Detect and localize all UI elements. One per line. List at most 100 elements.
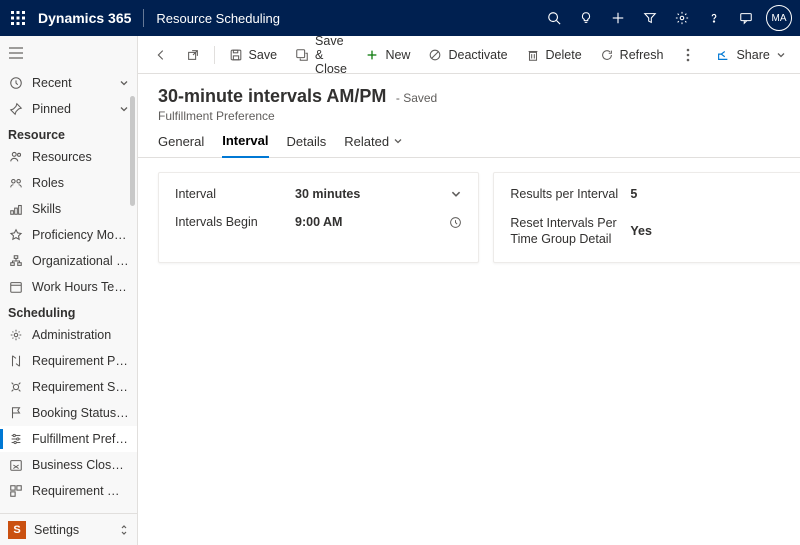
field-reset-intervals[interactable]: Reset Intervals Per Time Group Detail Ye…	[510, 215, 797, 248]
gear-icon[interactable]	[666, 0, 698, 36]
star-icon	[8, 227, 24, 243]
save-button[interactable]: Save	[221, 41, 286, 69]
chevron-down-icon	[776, 50, 786, 60]
org-icon	[8, 253, 24, 269]
field-value: 5	[630, 187, 637, 201]
record-header: 30-minute intervals AM/PM - Saved Fulfil…	[138, 74, 800, 123]
record-save-status: - Saved	[396, 91, 437, 105]
sidebar-label: Recent	[32, 76, 111, 90]
clock-icon[interactable]	[449, 216, 462, 229]
open-new-window-button[interactable]	[178, 41, 208, 69]
sidebar-item-req-status[interactable]: Requirement Stat...	[0, 374, 137, 400]
share-button[interactable]: Share	[707, 41, 794, 69]
sidebar-label: Work Hours Temp...	[32, 280, 129, 294]
sidebar-item-skills[interactable]: Skills	[0, 196, 137, 222]
lightbulb-icon[interactable]	[570, 0, 602, 36]
field-interval[interactable]: Interval 30 minutes	[175, 187, 462, 201]
record-entity-name: Fulfillment Preference	[158, 109, 800, 123]
user-avatar[interactable]: MA	[766, 5, 792, 31]
refresh-icon	[600, 48, 614, 62]
deactivate-button[interactable]: Deactivate	[420, 41, 515, 69]
save-close-button[interactable]: Save & Close	[287, 41, 355, 69]
sidebar-item-booking-statuses[interactable]: Booking Statuses	[0, 400, 137, 426]
area-badge: S	[8, 521, 26, 539]
sidebar-item-req-priority[interactable]: Requirement Prior...	[0, 348, 137, 374]
sidebar-label: Requirement Gro...	[32, 484, 129, 498]
field-label: Interval	[175, 187, 295, 201]
delete-button[interactable]: Delete	[518, 41, 590, 69]
sidebar-item-business-closures[interactable]: Business Closures	[0, 452, 137, 478]
back-button[interactable]	[146, 41, 176, 69]
sidebar-label: Pinned	[32, 102, 111, 116]
clock-icon	[8, 75, 24, 91]
sidebar-area-switcher[interactable]: S Settings	[0, 513, 137, 545]
save-icon	[229, 48, 243, 62]
divider	[143, 9, 144, 27]
status-icon	[8, 379, 24, 395]
scrollbar[interactable]	[130, 96, 135, 206]
sidebar-group-scheduling: Scheduling	[0, 300, 137, 322]
field-label: Reset Intervals Per Time Group Detail	[510, 215, 630, 248]
chevron-down-icon[interactable]	[450, 188, 462, 200]
field-intervals-begin[interactable]: Intervals Begin 9:00 AM	[175, 215, 462, 229]
people-icon	[8, 149, 24, 165]
sidebar-label: Skills	[32, 202, 129, 216]
more-icon	[681, 48, 695, 62]
refresh-button[interactable]: Refresh	[592, 41, 672, 69]
flag-icon	[8, 405, 24, 421]
sidebar-item-proficiency[interactable]: Proficiency Models	[0, 222, 137, 248]
sidebar-label: Organizational Un...	[32, 254, 129, 268]
button-label: Save	[249, 48, 278, 62]
plus-icon	[365, 48, 379, 62]
sidebar-group-resource: Resource	[0, 122, 137, 144]
sidebar-label: Roles	[32, 176, 129, 190]
search-icon[interactable]	[538, 0, 570, 36]
sidebar-label: Business Closures	[32, 458, 129, 472]
sidebar-pinned[interactable]: Pinned	[0, 96, 137, 122]
brand-name[interactable]: Dynamics 365	[38, 10, 131, 26]
avatar-initials: MA	[772, 13, 787, 24]
plus-icon[interactable]	[602, 0, 634, 36]
global-navbar: Dynamics 365 Resource Scheduling MA	[0, 0, 800, 36]
sidebar-item-resources[interactable]: Resources	[0, 144, 137, 170]
sidebar-item-roles[interactable]: Roles	[0, 170, 137, 196]
filter-icon[interactable]	[634, 0, 666, 36]
separator	[214, 46, 215, 64]
sidebar-label: Proficiency Models	[32, 228, 129, 242]
field-results-per-interval[interactable]: Results per Interval 5	[510, 187, 797, 201]
sidebar-item-administration[interactable]: Administration	[0, 322, 137, 348]
sidebar-item-req-groups[interactable]: Requirement Gro...	[0, 478, 137, 504]
field-label: Intervals Begin	[175, 215, 295, 229]
sidebar-recent[interactable]: Recent	[0, 70, 137, 96]
button-label: New	[385, 48, 410, 62]
card-interval-settings: Interval 30 minutes Intervals Begin 9:00…	[158, 172, 479, 263]
form-tabs: General Interval Details Related	[138, 123, 800, 158]
sidebar-item-org-units[interactable]: Organizational Un...	[0, 248, 137, 274]
tab-interval[interactable]: Interval	[222, 133, 268, 158]
tab-general[interactable]: General	[158, 133, 204, 157]
overflow-button[interactable]	[673, 41, 703, 69]
sidebar-toggle[interactable]	[0, 36, 137, 70]
sidebar-label: Booking Statuses	[32, 406, 129, 420]
form-body: Interval 30 minutes Intervals Begin 9:00…	[138, 158, 800, 277]
gear-icon	[8, 327, 24, 343]
tab-details[interactable]: Details	[287, 133, 327, 157]
tab-related[interactable]: Related	[344, 133, 403, 157]
field-value: Yes	[630, 224, 652, 238]
calendar-icon	[8, 279, 24, 295]
new-button[interactable]: New	[357, 41, 418, 69]
field-label: Results per Interval	[510, 187, 630, 201]
skills-icon	[8, 201, 24, 217]
chevron-down-icon	[119, 104, 129, 114]
popout-icon	[186, 48, 200, 62]
app-launcher-icon[interactable]	[8, 8, 28, 28]
chat-icon[interactable]	[730, 0, 762, 36]
help-icon[interactable]	[698, 0, 730, 36]
sidebar-item-fulfillment-preferences[interactable]: Fulfillment Prefer...	[0, 426, 137, 452]
pin-icon	[8, 101, 24, 117]
group-icon	[8, 483, 24, 499]
closed-icon	[8, 457, 24, 473]
sidebar: Recent Pinned Resource Resources Roles S…	[0, 36, 138, 545]
sidebar-item-work-hours[interactable]: Work Hours Temp...	[0, 274, 137, 300]
app-name[interactable]: Resource Scheduling	[156, 11, 280, 26]
